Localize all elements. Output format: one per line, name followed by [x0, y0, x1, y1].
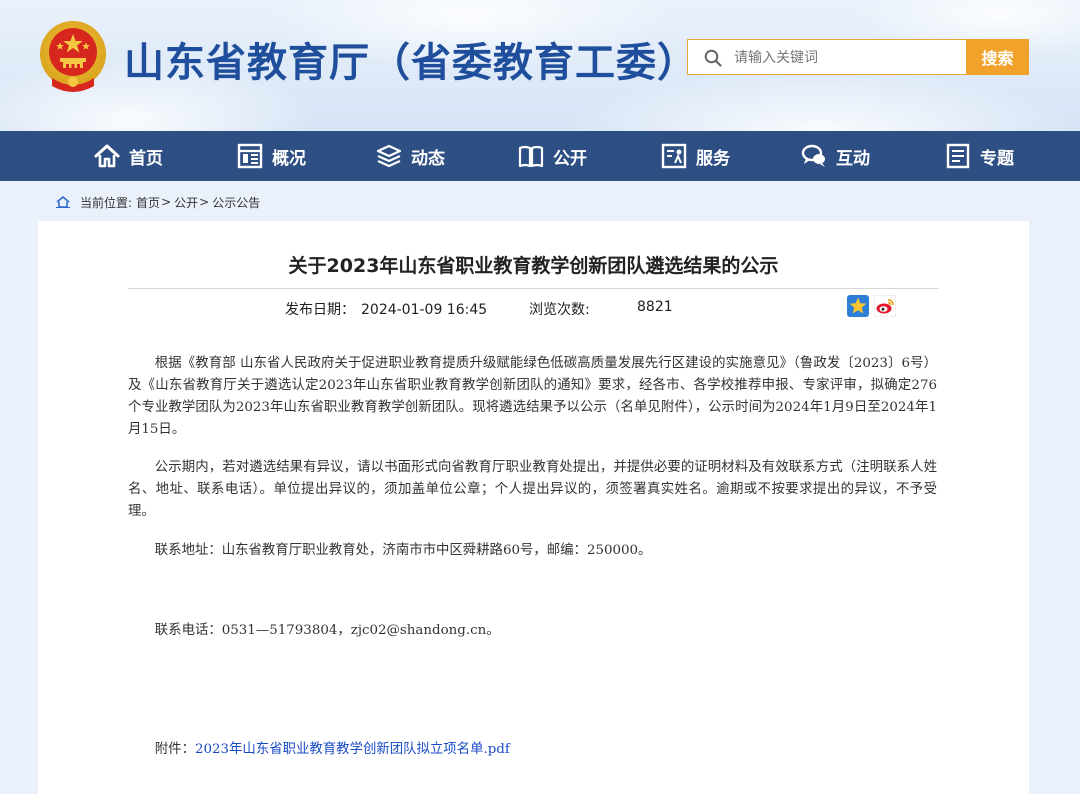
search-box [687, 39, 966, 75]
search-button[interactable]: 搜索 [966, 39, 1029, 75]
article-container: 关于2023年山东省职业教育教学创新团队遴选结果的公示 发布日期： 2024-01… [38, 221, 1029, 794]
publish-date: 发布日期： 2024-01-09 16:45 [285, 299, 487, 319]
breadcrumb-link-home[interactable]: 首页 [136, 194, 160, 211]
nav-label: 首页 [129, 148, 163, 169]
nav-item-overview[interactable]: 概况 [236, 131, 306, 181]
topic-icon [946, 143, 970, 169]
nav-label: 动态 [411, 148, 445, 169]
nav-item-service[interactable]: 服务 [660, 131, 730, 181]
nav-label: 服务 [696, 148, 730, 169]
breadcrumb-prefix: 当前位置: [80, 195, 133, 210]
nav-item-interact[interactable]: 互动 [800, 131, 870, 181]
nav-label: 公开 [553, 148, 587, 169]
breadcrumb-link-announcements[interactable]: 公示公告 [212, 194, 260, 211]
national-emblem-icon[interactable] [38, 20, 108, 94]
breadcrumb: 当前位置: 首页 > 公开 > 公示公告 [56, 193, 260, 211]
favorite-star-icon[interactable] [847, 295, 869, 317]
breadcrumb-link-public[interactable]: 公开 [174, 194, 198, 211]
article-paragraph: 公示期内，若对遴选结果有异议，请以书面形式向省教育厅职业教育处提出，并提供必要的… [128, 460, 937, 519]
news-icon [376, 144, 402, 168]
article-paragraph: 根据《教育部 山东省人民政府关于促进职业教育提质升级赋能绿色低碳高质量发展先行区… [128, 356, 937, 437]
home-icon [94, 144, 120, 168]
nav-item-topic[interactable]: 专题 [944, 131, 1014, 181]
chat-icon [801, 144, 825, 167]
overview-icon [237, 143, 263, 169]
contact-phone: 联系电话：0531—51793804，zjc02@shandong.cn。 [154, 623, 500, 638]
attachment: 附件：2023年山东省职业教育教学创新团队拟立项名单.pdf [128, 739, 937, 761]
nav-label: 专题 [980, 148, 1014, 169]
view-count-value: 8821 [637, 299, 673, 315]
nav-label: 互动 [836, 148, 870, 169]
article-title: 关于2023年山东省职业教育教学创新团队遴选结果的公示 [288, 255, 779, 277]
share-icons [847, 294, 897, 318]
nav-label: 概况 [272, 148, 306, 169]
service-icon [661, 143, 687, 169]
nav-item-public[interactable]: 公开 [517, 131, 587, 181]
attachment-label: 附件： [154, 742, 195, 757]
search-input[interactable] [732, 46, 956, 70]
breadcrumb-separator: > [199, 195, 210, 209]
title-divider [128, 288, 939, 289]
publish-date-label: 发布日期： [285, 302, 355, 318]
contact-address: 联系地址：山东省教育厅职业教育处，济南市市中区舜耕路60号，邮编：250000。 [154, 543, 652, 558]
nav-item-news[interactable]: 动态 [375, 131, 445, 181]
main-nav: 首页 概况 动态 公开 服务 互动 专题 [0, 131, 1080, 181]
site-header: 山东省教育厅（省委教育工委） 搜索 [0, 0, 1080, 131]
search-icon [704, 49, 722, 67]
attachment-link[interactable]: 2023年山东省职业教育教学创新团队拟立项名单.pdf [195, 742, 510, 757]
site-title: 山东省教育厅（省委教育工委） [124, 40, 698, 86]
nav-item-home[interactable]: 首页 [93, 131, 163, 181]
weibo-share-icon[interactable] [873, 294, 897, 318]
location-home-icon [56, 196, 70, 208]
book-icon [518, 145, 544, 168]
view-count-label: 浏览次数: [529, 302, 590, 318]
breadcrumb-separator: > [161, 195, 172, 209]
publish-date-value: 2024-01-09 16:45 [361, 302, 488, 318]
